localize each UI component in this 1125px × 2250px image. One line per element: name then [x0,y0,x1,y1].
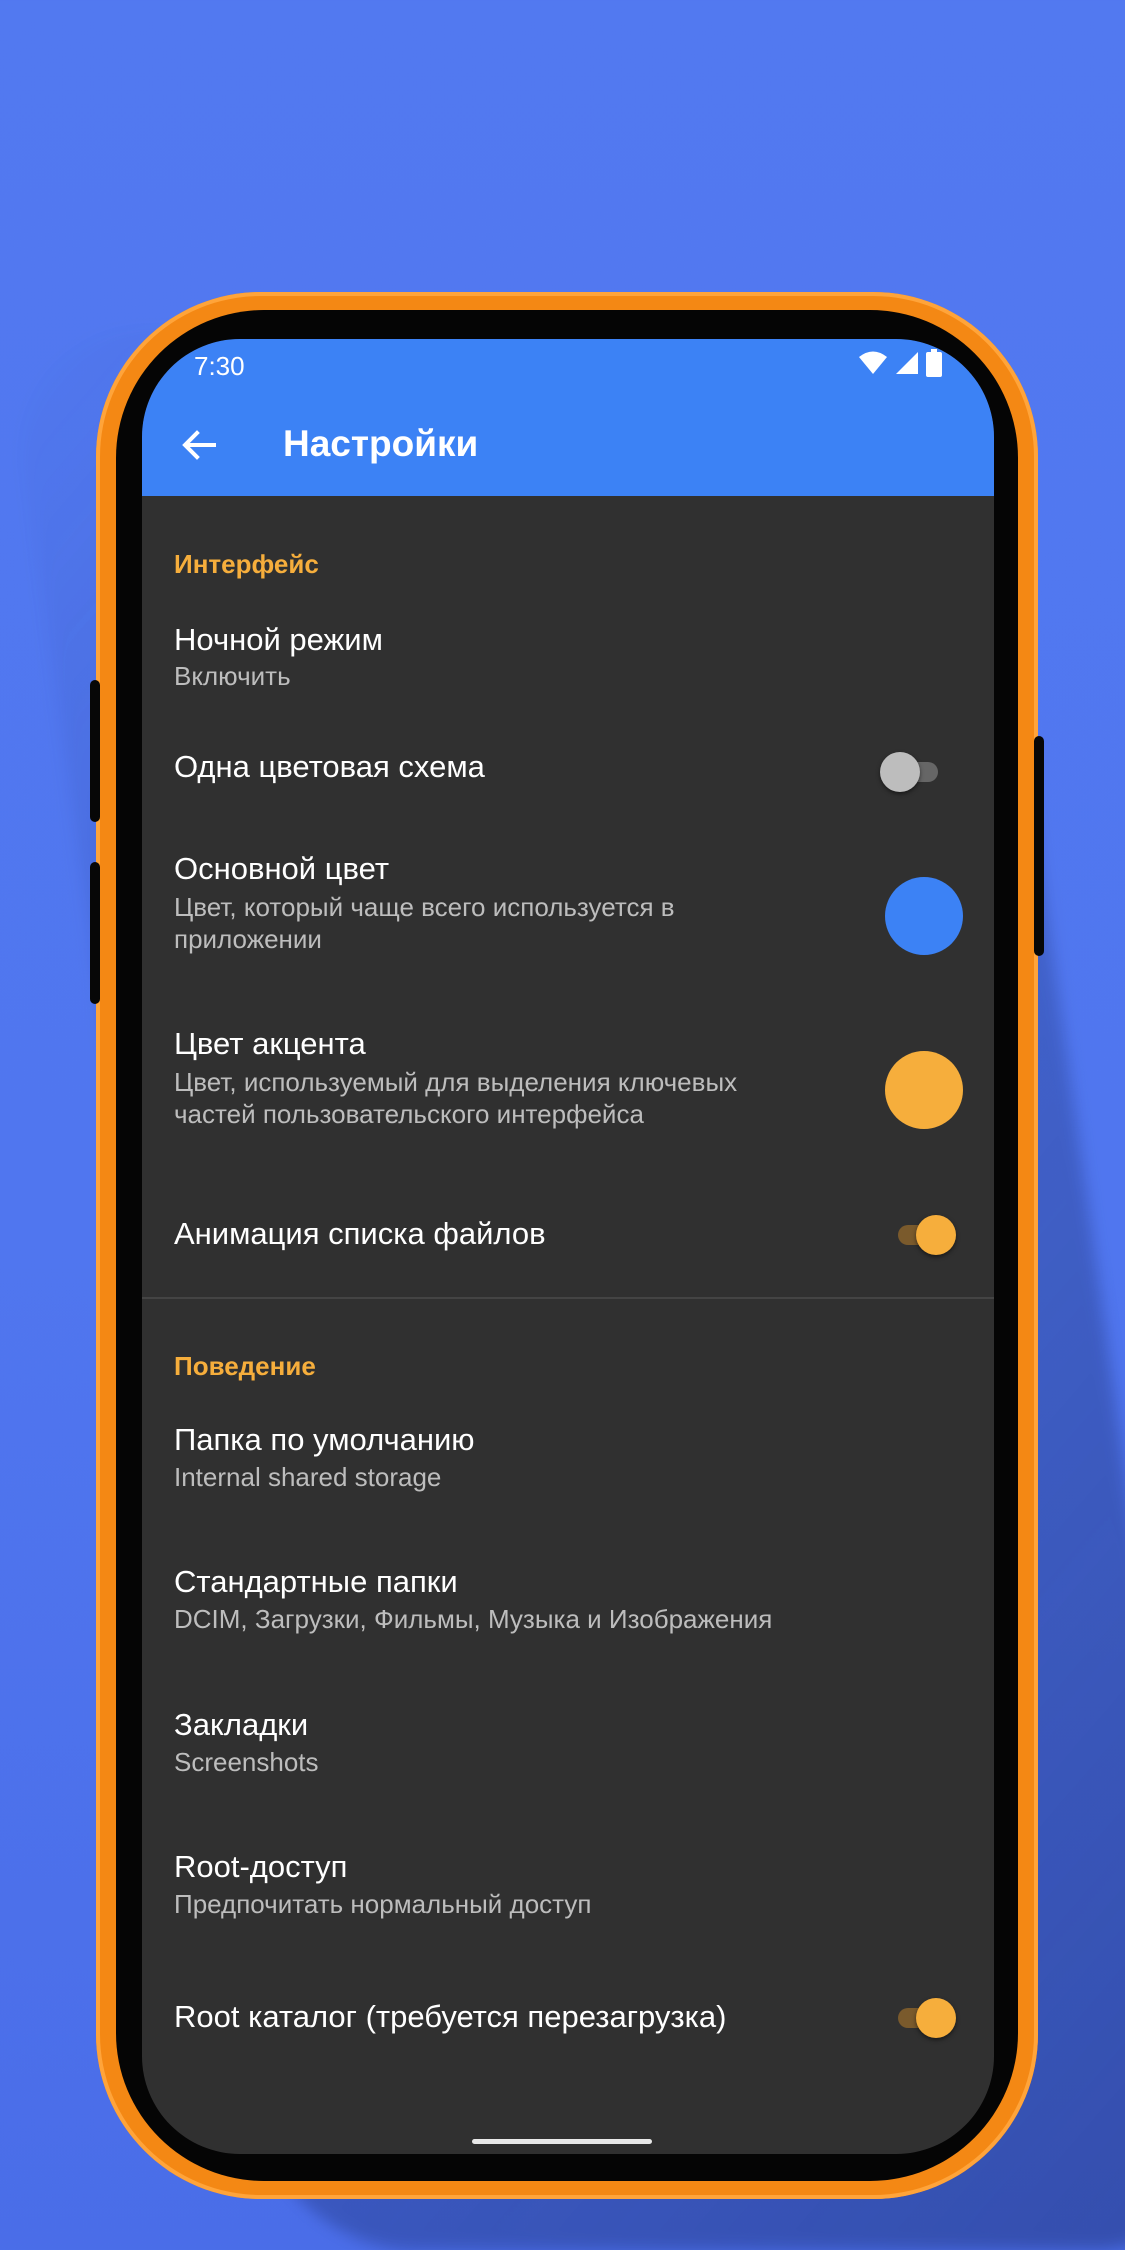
accent-color-subtitle-line1: Цвет, используемый для выделения ключевы… [174,1067,738,1097]
primary-color-swatch[interactable] [885,877,963,955]
volume-down-button [90,862,100,1004]
phone-screen: 7:30 Настройки Интерфейс Ночной режим Вк… [142,339,994,2154]
default-folder-subtitle: Internal shared storage [174,1462,442,1492]
section-divider [142,1297,994,1299]
setting-root-directory[interactable]: Root каталог (требуется перезагрузка) [142,1963,994,2081]
toggle-thumb [916,1998,956,2038]
setting-default-folder[interactable]: Папка по умолчанию Internal shared stora… [142,1393,994,1535]
section-header-behavior: Поведение [174,1351,316,1381]
app-bar: 7:30 Настройки [142,339,994,496]
file-list-animation-toggle[interactable] [894,1214,956,1255]
setting-night-mode[interactable]: Ночной режим Включить [142,591,994,711]
accent-color-subtitle-line2: частей пользовательского интерфейса [174,1099,644,1129]
signal-icon [896,352,918,374]
night-mode-subtitle: Включить [174,661,291,691]
accent-color-swatch[interactable] [885,1051,963,1129]
file-list-animation-title: Анимация списка файлов [174,1216,546,1251]
setting-primary-color[interactable]: Основной цвет Цвет, который чаще всего и… [142,829,994,1001]
single-color-scheme-title: Одна цветовая схема [174,749,485,784]
toggle-thumb [880,752,920,792]
standard-folders-subtitle: DCIM, Загрузки, Фильмы, Музыка и Изображ… [174,1604,773,1634]
setting-accent-color[interactable]: Цвет акцента Цвет, используемый для выде… [142,1001,994,1179]
volume-up-button [90,680,100,822]
bookmarks-title: Закладки [174,1707,309,1742]
setting-standard-folders[interactable]: Стандартные папки DCIM, Загрузки, Фильмы… [142,1535,994,1678]
setting-bookmarks[interactable]: Закладки Screenshots [142,1678,994,1820]
root-access-title: Root-доступ [174,1849,348,1884]
bookmarks-subtitle: Screenshots [174,1747,319,1777]
page-title: Настройки [283,423,479,464]
setting-file-list-animation[interactable]: Анимация списка файлов [142,1179,994,1294]
primary-color-subtitle-line1: Цвет, который чаще всего используется в [174,892,675,922]
status-time: 7:30 [194,351,245,381]
root-directory-title: Root каталог (требуется перезагрузка) [174,1999,727,2034]
single-color-scheme-toggle[interactable] [880,751,942,792]
status-icons [858,349,942,377]
setting-root-access[interactable]: Root-доступ Предпочитать нормальный дост… [142,1820,994,1963]
primary-color-title: Основной цвет [174,851,390,886]
section-header-interface: Интерфейс [174,549,319,579]
power-button [1034,736,1044,956]
root-directory-toggle[interactable] [894,1997,956,2038]
back-arrow-icon [182,430,216,460]
primary-color-subtitle-line2: приложении [174,924,322,954]
night-mode-title: Ночной режим [174,622,383,657]
accent-color-title: Цвет акцента [174,1026,366,1061]
standard-folders-title: Стандартные папки [174,1564,458,1599]
home-indicator[interactable] [472,2139,652,2144]
wifi-icon [859,351,887,374]
toggle-thumb [916,1215,956,1255]
root-access-subtitle: Предпочитать нормальный доступ [174,1889,592,1919]
setting-single-color-scheme[interactable]: Одна цветовая схема [142,711,994,829]
default-folder-title: Папка по умолчанию [174,1422,475,1457]
back-button[interactable] [176,422,222,468]
battery-icon [926,349,942,377]
